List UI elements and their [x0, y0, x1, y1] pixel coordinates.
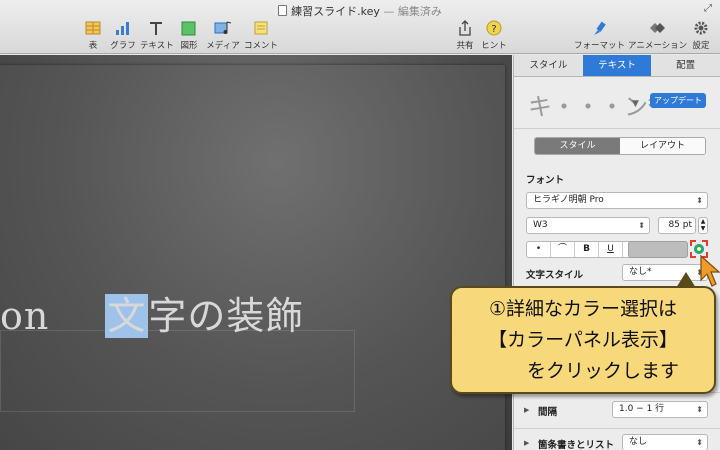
bullets-label[interactable]: 箇条書きとリスト: [538, 437, 614, 450]
segment-layout[interactable]: レイアウト: [620, 138, 705, 154]
disclosure-triangle-icon[interactable]: ▶: [524, 439, 529, 447]
selected-text[interactable]: 文: [105, 294, 149, 338]
stepper-icon: ⬍: [696, 196, 703, 205]
slide-canvas[interactable]: [0, 55, 512, 450]
instruction-callout: ①詳細なカラー選択は 【カラーパネル表示】 をクリックします: [450, 286, 716, 394]
animation-icon: [650, 23, 665, 33]
mouse-cursor-icon: [700, 254, 720, 287]
paragraph-style-row: キ・・・ン* ▼ アップデート: [514, 79, 720, 129]
shape-icon: [181, 21, 196, 36]
chart-button[interactable]: グラフ: [108, 20, 138, 52]
text-segmented-control: スタイル レイアウト: [534, 137, 706, 155]
underline-button[interactable]: U: [599, 242, 623, 257]
fullscreen-icon[interactable]: ⤢: [704, 3, 712, 14]
chevron-down-icon[interactable]: ▼: [632, 99, 639, 109]
bold-button[interactable]: B: [575, 242, 599, 257]
tips-button[interactable]: ? ヒント: [480, 20, 508, 52]
toolbar: 練習スライド.key — 編集済み ⤢ 表 グラフ テキスト 図形 メディア コ…: [0, 0, 720, 54]
paintbrush-icon: [594, 21, 606, 35]
update-button[interactable]: アップデート: [650, 93, 706, 108]
char-style-label: 文字スタイル: [526, 270, 584, 281]
stepper-icon: ⬍: [696, 405, 703, 414]
share-icon: [459, 20, 471, 36]
share-button[interactable]: 共有: [455, 20, 475, 52]
format-button[interactable]: フォーマット: [574, 20, 625, 52]
font-weight-select[interactable]: W3 ⬍: [526, 217, 650, 234]
comment-button[interactable]: コメント: [244, 20, 278, 52]
media-icon: [214, 21, 232, 34]
spacing-select[interactable]: 1.0 − 1 行 ⬍: [612, 401, 708, 418]
divider: [514, 428, 720, 429]
slide[interactable]: [0, 65, 505, 450]
spacing-label[interactable]: 間隔: [538, 404, 557, 418]
font-size-field[interactable]: 85 pt: [658, 217, 696, 234]
curve-button[interactable]: ⌒: [551, 242, 575, 257]
color-wheel-icon: [694, 244, 704, 254]
window-title: 練習スライド.key — 編集済み: [0, 3, 720, 19]
text-icon: [150, 22, 162, 35]
chart-icon: [116, 22, 129, 35]
tab-style[interactable]: スタイル: [514, 55, 583, 76]
paragraph-style-preview[interactable]: キ・・・ン*: [528, 87, 660, 122]
stepper-icon: ⬍: [696, 438, 703, 447]
document-icon: [278, 5, 288, 16]
bullets-select[interactable]: なし ⬍: [622, 434, 708, 450]
tab-arrange[interactable]: 配置: [651, 55, 720, 76]
segment-style[interactable]: スタイル: [535, 138, 620, 154]
comment-icon: [254, 21, 268, 35]
text-button[interactable]: テキスト: [140, 20, 174, 52]
gear-icon: [694, 21, 708, 35]
svg-text:?: ?: [491, 24, 496, 35]
text-box-frame[interactable]: [0, 330, 355, 412]
table-button[interactable]: 表: [83, 20, 103, 52]
inspector-tabs: スタイル テキスト 配置: [514, 55, 720, 77]
font-size-stepper[interactable]: ▲ ▼: [698, 217, 708, 234]
font-label: フォント: [526, 175, 565, 186]
text-color-well[interactable]: [628, 241, 688, 258]
slide-text[interactable]: on 文字の装飾: [0, 285, 304, 340]
animate-button[interactable]: アニメーション: [628, 20, 687, 52]
bullet-button[interactable]: •: [527, 242, 551, 257]
media-button[interactable]: メディア: [206, 20, 240, 52]
font-family-select[interactable]: ヒラギノ明朝 Pro ⬍: [526, 192, 708, 209]
table-icon: [85, 21, 101, 35]
document-settings-button[interactable]: 設定: [690, 20, 712, 52]
disclosure-triangle-icon[interactable]: ▶: [524, 406, 529, 414]
shape-button[interactable]: 図形: [178, 20, 200, 52]
tab-text[interactable]: テキスト: [582, 55, 652, 76]
stepper-icon: ⬍: [638, 221, 645, 230]
question-icon: ?: [486, 20, 502, 36]
